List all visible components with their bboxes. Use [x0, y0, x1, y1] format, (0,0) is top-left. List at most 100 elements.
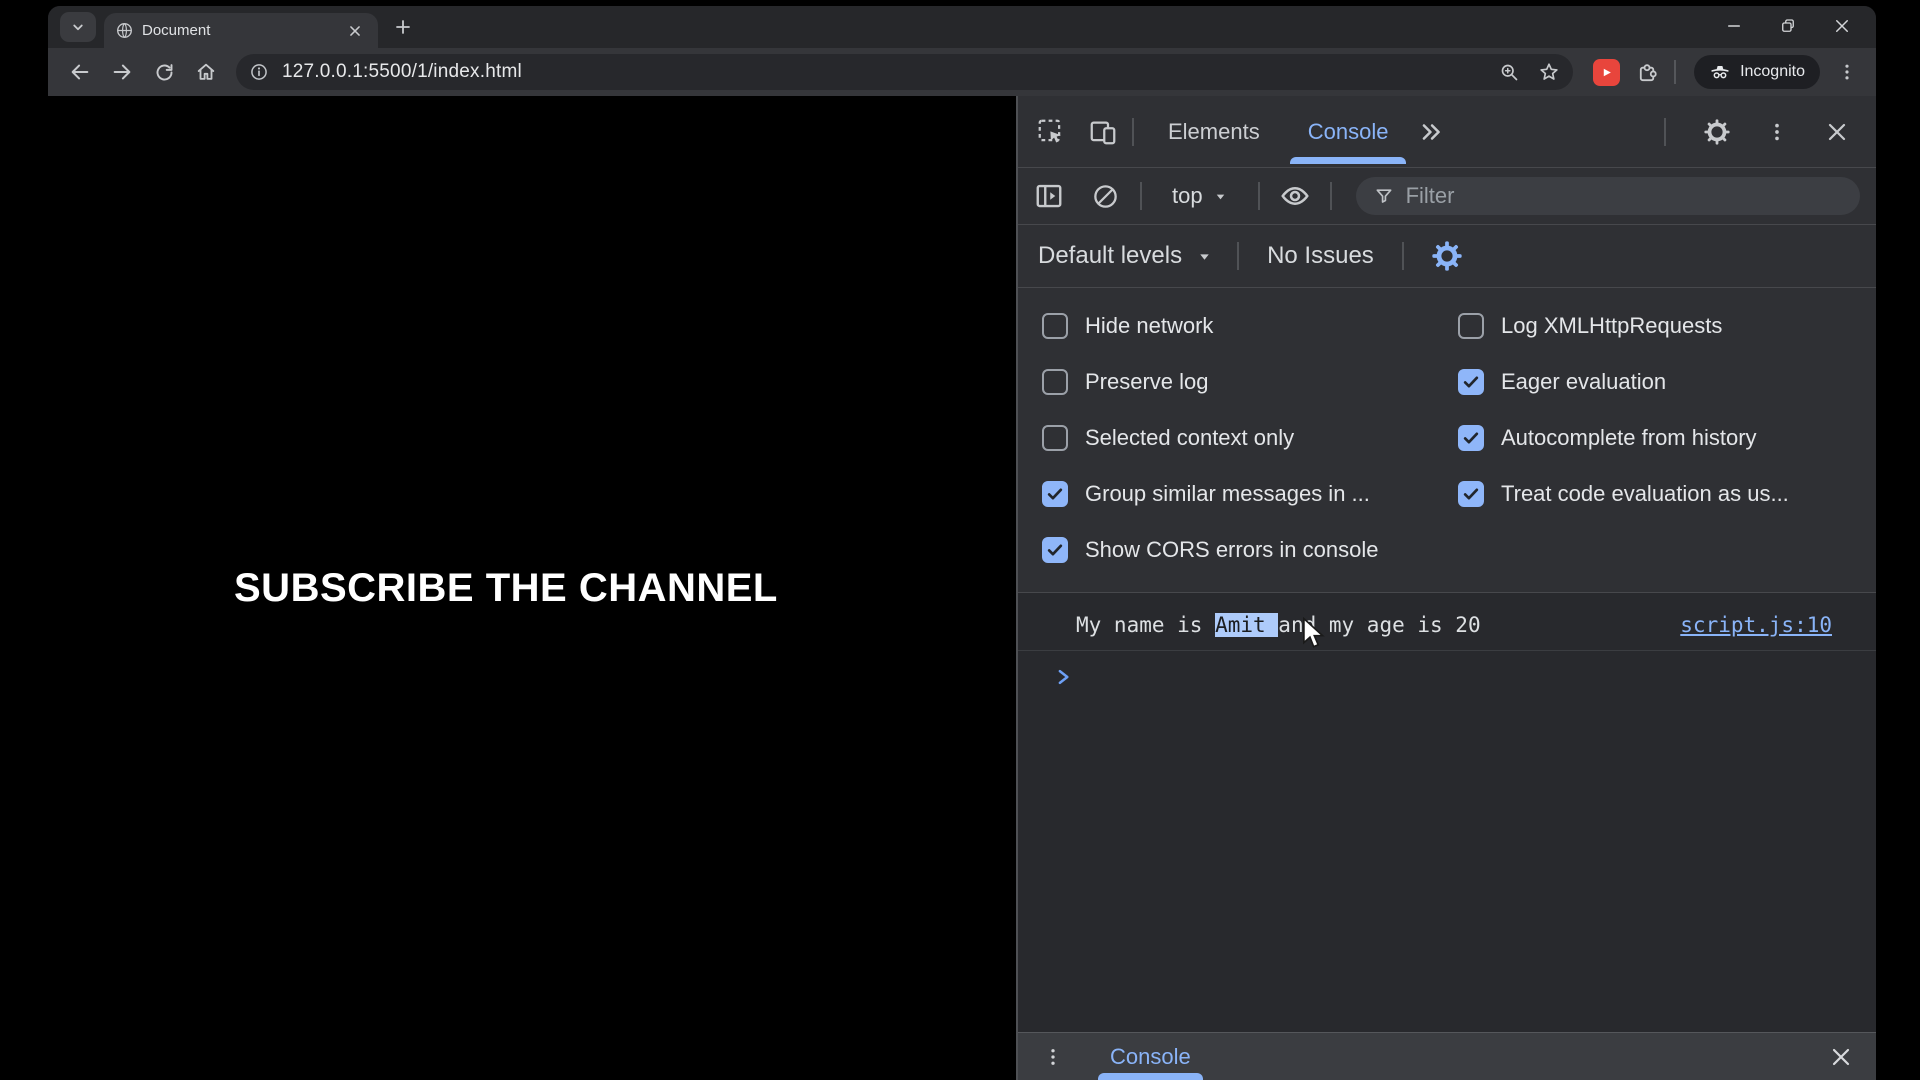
close-window-button[interactable]: [1822, 9, 1862, 43]
checkbox-unchecked[interactable]: [1042, 313, 1068, 339]
checkbox-checked[interactable]: [1042, 481, 1068, 507]
console-levels-bar: Default levels No Issues: [1018, 225, 1876, 288]
web-page: SUBSCRIBE THE CHANNEL: [48, 96, 1016, 1080]
console-output[interactable]: My name is Amit and my age is 20 script.…: [1018, 593, 1876, 1032]
minimize-button[interactable]: [1714, 9, 1754, 43]
browser-toolbar: 127.0.0.1:5500/1/index.html Incognito: [48, 48, 1876, 96]
url-text[interactable]: 127.0.0.1:5500/1/index.html: [282, 61, 522, 83]
drawer-menu-icon[interactable]: [1034, 1038, 1072, 1076]
message-text-after: and my age is 20: [1278, 613, 1480, 637]
setting-label: Treat code evaluation as us...: [1501, 481, 1789, 507]
checkbox-checked[interactable]: [1458, 481, 1484, 507]
incognito-badge: Incognito: [1694, 55, 1820, 89]
no-issues-label[interactable]: No Issues: [1263, 242, 1378, 270]
zoom-icon[interactable]: [1493, 56, 1525, 88]
setting-label: Autocomplete from history: [1501, 425, 1757, 451]
tab-elements[interactable]: Elements: [1144, 96, 1284, 167]
source-location-link[interactable]: script.js:10: [1680, 613, 1832, 637]
levels-separator-1: [1237, 242, 1239, 270]
settings-column-left: Hide network Preserve log Selected context…: [1018, 298, 1448, 578]
setting-treat-code-evaluation-as-us[interactable]: Treat code evaluation as us...: [1448, 466, 1876, 522]
log-levels-label: Default levels: [1038, 242, 1182, 270]
console-toolbar-separator-2: [1258, 182, 1260, 210]
setting-label: Eager evaluation: [1501, 369, 1666, 395]
console-sidebar-icon[interactable]: [1030, 177, 1068, 215]
setting-label: Hide network: [1085, 313, 1213, 339]
console-settings-gear-icon[interactable]: [1428, 237, 1466, 275]
filter-input[interactable]: [1406, 183, 1842, 209]
extensions-puzzle-icon[interactable]: [1630, 55, 1664, 89]
window-content: SUBSCRIBE THE CHANNEL Elements Console: [48, 96, 1876, 1080]
tab-console-label: Console: [1308, 119, 1389, 145]
console-settings-panel: Hide network Preserve log Selected context…: [1018, 288, 1876, 593]
drawer-tab-console[interactable]: Console: [1098, 1033, 1203, 1080]
incognito-label: Incognito: [1740, 63, 1805, 81]
new-tab-button[interactable]: [388, 12, 418, 42]
tab-title: Document: [142, 22, 335, 39]
checkbox-checked[interactable]: [1458, 425, 1484, 451]
tabbar-right-separator: [1664, 118, 1666, 146]
setting-selected-context-only[interactable]: Selected context only: [1018, 410, 1448, 466]
more-tabs-icon[interactable]: [1412, 113, 1450, 151]
console-log-message[interactable]: My name is Amit and my age is 20 script.…: [1018, 599, 1876, 651]
setting-eager-evaluation[interactable]: Eager evaluation: [1448, 354, 1876, 410]
tabbar-separator: [1132, 118, 1134, 146]
devtools-close-icon[interactable]: [1818, 113, 1856, 151]
console-prompt[interactable]: [1018, 651, 1876, 703]
checkbox-unchecked[interactable]: [1458, 313, 1484, 339]
browser-menu-icon[interactable]: [1830, 55, 1864, 89]
devtools-tabbar: Elements Console: [1018, 96, 1876, 168]
checkbox-unchecked[interactable]: [1042, 369, 1068, 395]
filter-funnel-icon: [1374, 186, 1394, 206]
setting-label: Group similar messages in ...: [1085, 481, 1370, 507]
console-toolbar-separator-3: [1330, 182, 1332, 210]
live-expression-eye-icon[interactable]: [1276, 177, 1314, 215]
tab-console[interactable]: Console: [1284, 96, 1413, 167]
clear-console-icon[interactable]: [1086, 177, 1124, 215]
back-button[interactable]: [60, 53, 100, 91]
site-info-icon[interactable]: [244, 57, 274, 87]
setting-hide-network[interactable]: Hide network: [1018, 298, 1448, 354]
device-toolbar-icon[interactable]: [1084, 113, 1122, 151]
devtools-panel: Elements Console: [1016, 96, 1876, 1080]
context-selector-label: top: [1172, 183, 1203, 209]
forward-button[interactable]: [102, 53, 142, 91]
setting-label: Selected context only: [1085, 425, 1294, 451]
setting-autocomplete-from-history[interactable]: Autocomplete from history: [1448, 410, 1876, 466]
inspect-element-icon[interactable]: [1032, 113, 1070, 151]
globe-icon: [116, 22, 133, 39]
setting-label: Show CORS errors in console: [1085, 537, 1378, 563]
toolbar-separator: [1674, 60, 1676, 84]
devtools-menu-icon[interactable]: [1758, 113, 1796, 151]
checkbox-checked[interactable]: [1042, 537, 1068, 563]
tab-search-button[interactable]: [60, 12, 96, 42]
adblock-extension-icon[interactable]: [1593, 59, 1620, 86]
setting-preserve-log[interactable]: Preserve log: [1018, 354, 1448, 410]
browser-window: Document: [48, 6, 1876, 1080]
context-selector[interactable]: top: [1158, 183, 1242, 209]
bookmark-star-icon[interactable]: [1533, 56, 1565, 88]
devtools-tabbar-right: [1654, 113, 1862, 151]
setting-group-similar-messages-in[interactable]: Group similar messages in ...: [1018, 466, 1448, 522]
checkbox-checked[interactable]: [1458, 369, 1484, 395]
setting-show-cors-errors-in-console[interactable]: Show CORS errors in console: [1018, 522, 1448, 578]
message-selected-text: Amit: [1215, 613, 1278, 637]
devtools-settings-gear-icon[interactable]: [1698, 113, 1736, 151]
prompt-chevron-icon: [1054, 667, 1074, 687]
tab-elements-label: Elements: [1168, 119, 1260, 145]
drawer-close-icon[interactable]: [1822, 1038, 1860, 1076]
drawer-tab-console-label: Console: [1110, 1044, 1191, 1070]
address-bar[interactable]: 127.0.0.1:5500/1/index.html: [236, 54, 1573, 90]
checkbox-unchecked[interactable]: [1042, 425, 1068, 451]
restore-button[interactable]: [1768, 9, 1808, 43]
setting-label: Log XMLHttpRequests: [1501, 313, 1722, 339]
filter-box[interactable]: [1356, 177, 1860, 215]
tab-close-button[interactable]: [344, 20, 366, 42]
reload-button[interactable]: [144, 53, 184, 91]
home-button[interactable]: [186, 53, 226, 91]
browser-tab-document[interactable]: Document: [104, 13, 378, 48]
setting-log-xmlhttprequests[interactable]: Log XMLHttpRequests: [1448, 298, 1876, 354]
tab-strip: Document: [48, 6, 1876, 48]
setting-label: Preserve log: [1085, 369, 1209, 395]
log-levels-selector[interactable]: Default levels: [1038, 242, 1213, 270]
